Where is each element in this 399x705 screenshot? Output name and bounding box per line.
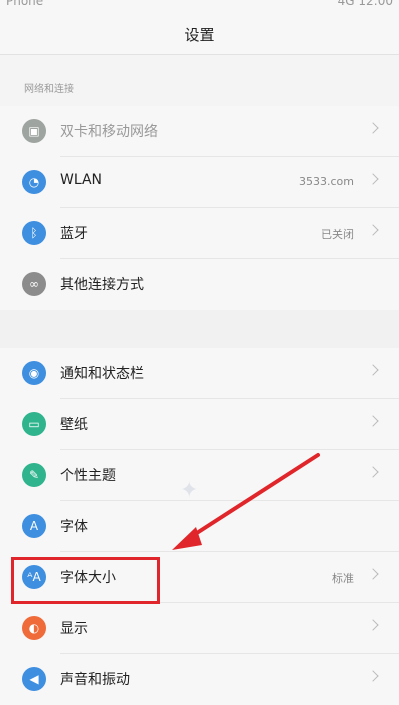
annotation-arrow: [172, 453, 320, 550]
arrow-shaft: [184, 453, 320, 542]
